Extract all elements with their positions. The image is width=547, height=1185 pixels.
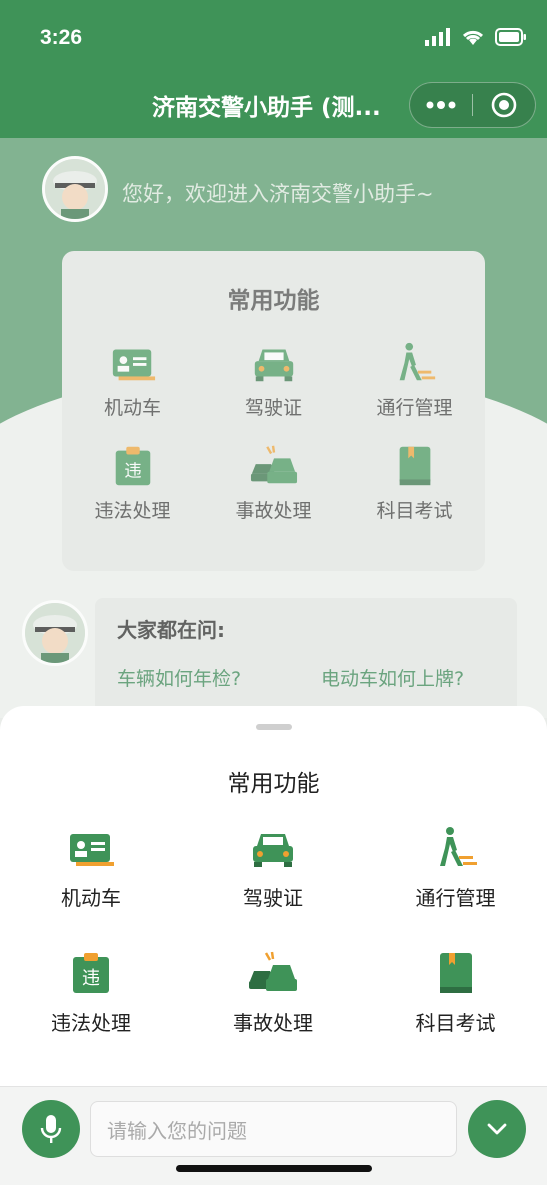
function-accident[interactable]: 事故处理: [182, 951, 364, 1036]
toggle-functions-button[interactable]: [468, 1100, 526, 1158]
function-label: 驾驶证: [243, 886, 303, 910]
svg-text:违: 违: [82, 968, 100, 989]
function-label: 科目考试: [415, 1011, 496, 1035]
signal-icon: [425, 28, 450, 46]
sheet-drag-handle[interactable]: [256, 724, 292, 730]
car-accident-icon: [249, 951, 297, 991]
sheet-title: 常用功能: [227, 771, 320, 797]
function-label: 违法处理: [51, 1011, 131, 1035]
function-traffic-management[interactable]: 通行管理: [364, 826, 547, 911]
violation-clipboard-icon: 违: [73, 953, 109, 993]
chevron-down-icon: [487, 1123, 507, 1135]
status-time: 3:26: [40, 26, 83, 49]
app-header: 3:26 济南交警小助手 (测...: [0, 0, 547, 138]
dim-overlay: [0, 138, 547, 718]
function-exam[interactable]: 科目考试: [364, 951, 547, 1036]
more-button[interactable]: [410, 83, 472, 127]
function-label: 机动车: [61, 886, 121, 910]
book-icon: [439, 953, 472, 993]
pedestrian-icon: [439, 827, 477, 866]
function-violation[interactable]: 违 违法处理: [0, 951, 182, 1036]
car-front-icon: [253, 834, 293, 867]
question-input[interactable]: 请输入您的问题: [90, 1101, 457, 1157]
wifi-icon: [462, 30, 484, 45]
functions-grid: 机动车 驾驶证 通行管理 违 违法处理 事故处理 科目考试: [0, 826, 547, 1036]
more-dots-icon: [426, 101, 456, 109]
status-icons: [425, 28, 527, 46]
function-label: 通行管理: [415, 886, 496, 910]
voice-input-button[interactable]: [22, 1100, 80, 1158]
function-vehicle[interactable]: 机动车: [0, 826, 182, 911]
function-label: 事故处理: [233, 1011, 313, 1035]
target-close-icon: [491, 92, 517, 118]
close-program-button[interactable]: [473, 83, 535, 127]
functions-sheet: 常用功能 机动车 驾驶证 通行管理 违 违法处理 事故处理 科目考试: [0, 706, 547, 1086]
home-indicator: [176, 1165, 372, 1172]
mini-program-capsule: [409, 82, 536, 128]
vehicle-license-icon: [70, 834, 114, 866]
battery-icon: [495, 28, 526, 46]
page-title: 济南交警小助手 (测...: [152, 95, 381, 121]
microphone-icon: [40, 1115, 62, 1143]
function-driver-license[interactable]: 驾驶证: [182, 826, 364, 911]
background-page: 您好，欢迎进入济南交警小助手~ 常用功能 机动车 驾驶证 通行管理 违 违法处理: [0, 138, 547, 718]
